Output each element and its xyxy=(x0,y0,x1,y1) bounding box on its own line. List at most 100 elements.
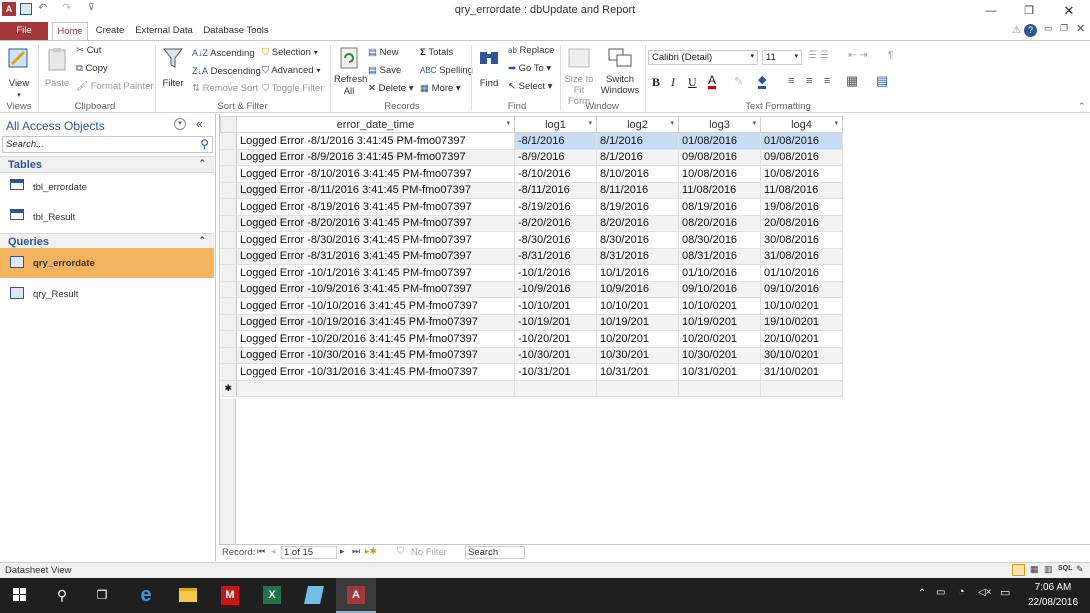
column-dropdown-icon[interactable]: ▾ xyxy=(588,119,592,127)
edge-browser-icon[interactable]: e xyxy=(126,578,166,613)
cell-log2[interactable]: 8/31/2016 xyxy=(596,248,679,265)
excel-icon[interactable]: X xyxy=(252,578,292,613)
cell-log1[interactable]: -10/31/201 xyxy=(514,363,597,381)
cell-log2[interactable]: 10/30/201 xyxy=(596,347,679,364)
format-painter-button[interactable]: 🖌 Format Painter xyxy=(76,81,154,93)
cell-error-date-time[interactable]: Logged Error -8/11/2016 3:41:45 PM-fmo07… xyxy=(236,182,515,199)
cell-log4[interactable]: 31/10/0201 xyxy=(760,363,843,381)
start-button[interactable] xyxy=(0,578,40,613)
current-record-input[interactable]: 1 of 15 xyxy=(281,546,337,559)
totals-button[interactable]: Σ Totals xyxy=(420,47,453,59)
table-row[interactable]: Logged Error -10/30/2016 3:41:45 PM-fmo0… xyxy=(220,347,843,364)
column-dropdown-icon[interactable]: ▾ xyxy=(506,119,510,127)
cell-log3[interactable]: 10/30/0201 xyxy=(678,347,761,364)
cell-log4[interactable]: 30/10/0201 xyxy=(760,347,843,364)
go-to-button[interactable]: ➡ Go To ▾ xyxy=(508,63,551,75)
cell-log1[interactable]: -8/11/2016 xyxy=(514,182,597,199)
clock-time[interactable]: 7:06 AM xyxy=(1022,582,1084,593)
cell-log2[interactable]: 10/10/201 xyxy=(596,297,679,315)
table-row[interactable]: Logged Error -10/1/2016 3:41:45 PM-fmo07… xyxy=(220,264,843,282)
highlight-icon[interactable]: ✎ xyxy=(734,75,743,88)
cell-log3[interactable]: 09/10/2016 xyxy=(678,281,761,298)
cell-log3[interactable]: 10/08/2016 xyxy=(678,165,761,183)
remove-sort-button[interactable]: ⇅ Remove Sort xyxy=(192,83,258,95)
row-selector[interactable] xyxy=(220,149,237,166)
no-filter-icon[interactable]: ⛉ xyxy=(397,546,404,557)
cell-error-date-time[interactable]: Logged Error -8/10/2016 3:41:45 PM-fmo07… xyxy=(236,165,515,183)
cell-log4[interactable]: 31/08/2016 xyxy=(760,248,843,265)
access-app-icon[interactable]: A xyxy=(2,2,16,16)
font-color-button[interactable]: A xyxy=(708,74,717,89)
file-explorer-icon[interactable] xyxy=(168,578,208,613)
sql-view-icon[interactable]: SQL xyxy=(1058,565,1072,572)
row-selector[interactable] xyxy=(220,165,237,183)
table-row[interactable]: Logged Error -8/1/2016 3:41:45 PM-fmo073… xyxy=(220,132,843,150)
cell-error-date-time[interactable]: Logged Error -8/19/2016 3:41:45 PM-fmo07… xyxy=(236,198,515,216)
cell-log2[interactable]: 8/30/2016 xyxy=(596,231,679,249)
cell-log1[interactable]: -8/9/2016 xyxy=(514,149,597,166)
nav-item-tbl-result[interactable]: tbl_Result xyxy=(0,202,214,232)
cell-error-date-time[interactable]: Logged Error -10/31/2016 3:41:45 PM-fmo0… xyxy=(236,363,515,381)
new-cell[interactable] xyxy=(760,380,843,397)
spelling-button[interactable]: ABC Spelling xyxy=(420,65,473,77)
cell-log2[interactable]: 8/20/2016 xyxy=(596,215,679,232)
row-selector[interactable] xyxy=(220,264,237,282)
cell-log3[interactable]: 10/19/0201 xyxy=(678,314,761,331)
row-selector[interactable] xyxy=(220,231,237,249)
table-row[interactable]: Logged Error -8/20/2016 3:41:45 PM-fmo07… xyxy=(220,215,843,232)
cell-error-date-time[interactable]: Logged Error -10/1/2016 3:41:45 PM-fmo07… xyxy=(236,264,515,282)
italic-button[interactable]: I xyxy=(671,75,675,90)
mcafee-icon[interactable]: M xyxy=(210,578,250,613)
table-row[interactable]: Logged Error -8/9/2016 3:41:45 PM-fmo073… xyxy=(220,149,843,166)
cell-log2[interactable]: 8/1/2016 xyxy=(596,132,679,150)
find-button[interactable]: Find xyxy=(476,46,502,90)
tab-file[interactable]: File xyxy=(0,22,48,40)
clock-date[interactable]: 22/08/2016 xyxy=(1020,597,1086,608)
new-cell[interactable] xyxy=(678,380,761,397)
switch-windows-button[interactable]: Switch Windows xyxy=(598,46,642,96)
row-selector[interactable] xyxy=(220,132,237,150)
nav-collapse-icon[interactable]: « xyxy=(196,117,203,131)
tray-expand-icon[interactable]: ⌃ xyxy=(918,588,926,599)
next-record-icon[interactable]: ▸ xyxy=(340,546,345,557)
tab-create[interactable]: Create xyxy=(92,22,128,40)
cell-log4[interactable]: 09/08/2016 xyxy=(760,149,843,166)
restore-button[interactable]: ❐ xyxy=(1018,0,1040,22)
column-dropdown-icon[interactable]: ▾ xyxy=(834,119,838,127)
nav-menu-icon[interactable]: ▾ xyxy=(174,118,186,130)
undo-icon[interactable]: ↶ xyxy=(38,1,47,14)
table-row[interactable]: Logged Error -10/20/2016 3:41:45 PM-fmo0… xyxy=(220,330,843,348)
cell-log4[interactable]: 19/10/0201 xyxy=(760,314,843,331)
select-all-corner[interactable] xyxy=(220,116,237,133)
cell-log3[interactable]: 08/31/2016 xyxy=(678,248,761,265)
new-cell[interactable] xyxy=(596,380,679,397)
column-header-log3[interactable]: log3 ▾ xyxy=(678,116,761,133)
cell-log1[interactable]: -8/1/2016 xyxy=(514,132,597,150)
gridlines-icon[interactable]: ▦ xyxy=(846,73,858,89)
copy-button[interactable]: ⧉ Copy xyxy=(76,63,108,75)
row-selector[interactable] xyxy=(220,347,237,364)
cell-error-date-time[interactable]: Logged Error -8/9/2016 3:41:45 PM-fmo073… xyxy=(236,149,515,166)
cell-error-date-time[interactable]: Logged Error -8/1/2016 3:41:45 PM-fmo073… xyxy=(236,132,515,150)
table-row[interactable]: Logged Error -8/10/2016 3:41:45 PM-fmo07… xyxy=(220,165,843,183)
volume-icon[interactable]: ◁× xyxy=(978,587,992,598)
tab-database-tools[interactable]: Database Tools xyxy=(200,22,272,40)
new-cell[interactable] xyxy=(236,380,515,397)
new-record-nav-icon[interactable]: ▸✱ xyxy=(365,546,377,557)
delete-button[interactable]: ✕ Delete ▾ xyxy=(368,83,414,95)
cell-log4[interactable]: 10/08/2016 xyxy=(760,165,843,183)
help-icon[interactable]: ? xyxy=(1024,24,1037,37)
paste-button[interactable]: Paste xyxy=(44,46,70,90)
cell-log2[interactable]: 8/1/2016 xyxy=(596,149,679,166)
tab-home[interactable]: Home xyxy=(52,22,88,41)
row-selector[interactable] xyxy=(220,248,237,265)
design-view-icon[interactable]: ✎ xyxy=(1076,564,1084,575)
descending-button[interactable]: Z↓A Descending xyxy=(192,65,261,78)
cut-button[interactable]: ✂ Cut xyxy=(76,45,101,57)
cell-log2[interactable]: 10/9/2016 xyxy=(596,281,679,298)
view-button[interactable]: View ▾ xyxy=(6,46,32,102)
new-record-button[interactable]: ▤ New xyxy=(368,47,399,59)
cell-log1[interactable]: -10/20/201 xyxy=(514,330,597,348)
cell-log1[interactable]: -10/19/201 xyxy=(514,314,597,331)
cell-log1[interactable]: -10/30/201 xyxy=(514,347,597,364)
